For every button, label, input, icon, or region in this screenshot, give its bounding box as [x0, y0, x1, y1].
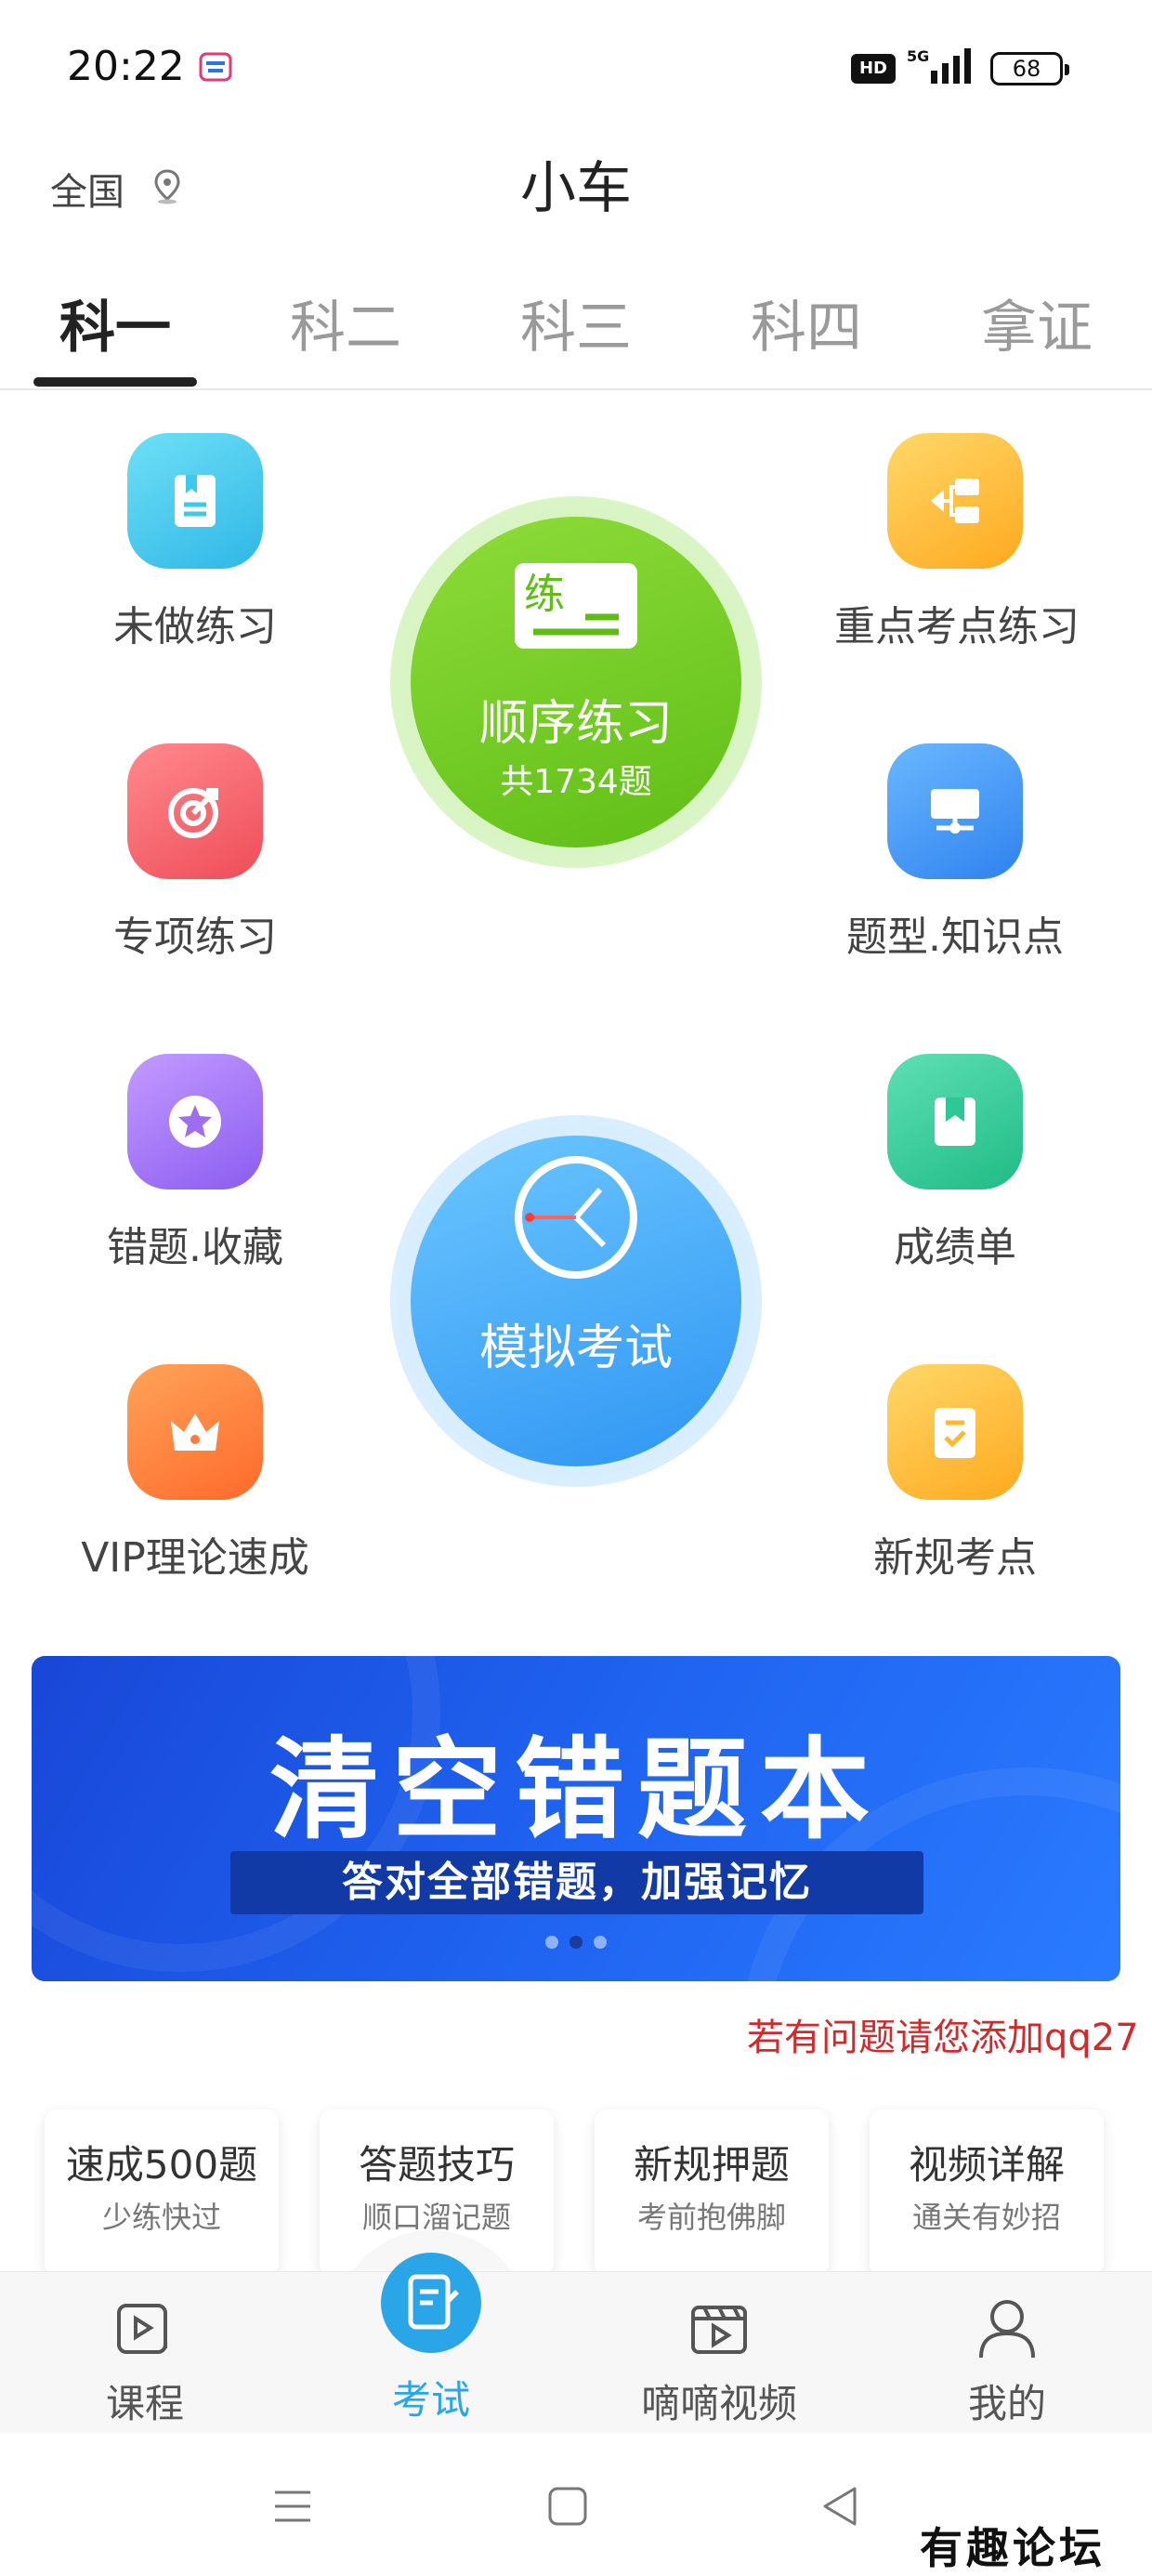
unpracticed-label: 未做练习 [113, 603, 277, 651]
exam-nav-icon[interactable] [381, 2253, 481, 2353]
mistakes-favorites-label: 错题.收藏 [107, 1224, 283, 1271]
star-icon [127, 1054, 263, 1189]
tab-subject-4[interactable]: 科四 [713, 283, 899, 363]
card-title: 视频详解 [908, 2142, 1065, 2188]
banner-headline: 清空错题本 [268, 1726, 883, 1854]
tab-license[interactable]: 拿证 [944, 283, 1130, 363]
question-types-button[interactable]: 题型.知识点 [834, 743, 1076, 963]
video-explain-card[interactable]: 视频详解 通关有妙招 [870, 2109, 1104, 2277]
card-title: 答题技巧 [358, 2142, 515, 2188]
unpracticed-button[interactable]: 未做练习 [74, 433, 316, 652]
profile-icon [979, 2300, 1035, 2359]
nav-course[interactable]: 课程 [43, 2272, 247, 2429]
home-icon[interactable] [544, 2483, 591, 2530]
page-title: 小车 [520, 156, 632, 221]
sequence-practice-label: 顺序练习 [478, 696, 673, 752]
top-header: 全国 小车 [0, 130, 1152, 251]
card-title: 新规押题 [633, 2142, 790, 2188]
key-points-button[interactable]: 重点考点练习 [834, 433, 1080, 652]
nav-profile[interactable]: 我的 [905, 2272, 1109, 2429]
special-practice-label: 专项练习 [113, 913, 277, 961]
score-report-label: 成绩单 [894, 1224, 1016, 1271]
sequence-practice-button[interactable]: 练 顺序练习 共1734题 [390, 496, 762, 868]
app-screen: 20:22 HD 5G 68 全国 小车 科一 科二 科三 科四 拿证 未做练习… [0, 0, 1152, 2576]
tab-subject-2[interactable]: 科二 [253, 283, 439, 363]
scrolling-notice: 若有问题请您添加qq27 [747, 2017, 1139, 2059]
card-subtitle: 少练快过 [101, 2200, 221, 2235]
mistakes-favorites-button[interactable]: 错题.收藏 [74, 1054, 316, 1273]
app-notification-icon [199, 52, 232, 82]
target-icon [127, 743, 263, 879]
hd-badge: HD [851, 54, 896, 84]
nav-profile-label: 我的 [967, 2381, 1046, 2426]
question-count: 共1734题 [500, 763, 652, 801]
special-practice-button[interactable]: 专项练习 [74, 743, 316, 963]
score-report-button[interactable]: 成绩单 [834, 1054, 1076, 1273]
key-points-label: 重点考点练习 [834, 603, 1080, 651]
practice-card-icon: 练 [515, 563, 637, 649]
banner-pagination [32, 1935, 1120, 1952]
course-icon [117, 2304, 167, 2354]
crown-icon [127, 1364, 263, 1500]
new-rules-button[interactable]: 新规考点 [834, 1364, 1076, 1584]
nav-video[interactable]: 嘀嘀视频 [617, 2272, 821, 2429]
new-rules-card[interactable]: 新规押题 考前抱佛脚 [595, 2109, 829, 2277]
promo-banner[interactable]: 清空错题本 答对全部错题，加强记忆 [32, 1656, 1120, 1981]
bookmark-icon [887, 1054, 1023, 1189]
tab-subject-3[interactable]: 科三 [483, 283, 669, 363]
vip-course-button[interactable]: VIP理论速成 [74, 1364, 316, 1584]
mock-exam-button[interactable]: 模拟考试 [390, 1115, 762, 1487]
watermark: 有趣论坛 [920, 2523, 1106, 2573]
back-icon[interactable] [818, 2483, 864, 2530]
video-icon [691, 2306, 747, 2354]
subject-tabs: 科一 科二 科三 科四 拿证 [0, 269, 1152, 390]
nav-course-label: 课程 [105, 2381, 184, 2426]
nav-exam-label: 考试 [391, 2377, 470, 2423]
practice-badge: 练 [524, 571, 565, 618]
card-subtitle: 通关有妙招 [911, 2200, 1061, 2235]
banner-subline: 答对全部错题，加强记忆 [230, 1851, 923, 1914]
monitor-icon [887, 743, 1023, 879]
nav-video-label: 嘀嘀视频 [640, 2381, 797, 2426]
checklist-icon [887, 1364, 1023, 1500]
card-title: 速成500题 [65, 2142, 258, 2188]
svg-text:5G: 5G [907, 47, 929, 65]
exam-icon [408, 2274, 459, 2330]
question-types-label: 题型.知识点 [846, 913, 1064, 961]
signal-icon: 5G [907, 47, 971, 84]
tab-subject-1[interactable]: 科一 [22, 283, 208, 363]
battery-indicator: 68 [990, 52, 1069, 85]
menu-icon[interactable] [269, 2483, 316, 2530]
status-time: 20:22 [67, 43, 185, 90]
card-subtitle: 考前抱佛脚 [636, 2200, 786, 2235]
quick-500-card[interactable]: 速成500题 少练快过 [45, 2109, 279, 2277]
bottom-nav: 课程 考试 嘀嘀视频 我的 [0, 2271, 1152, 2433]
vip-course-label: VIP理论速成 [81, 1534, 309, 1582]
status-bar: 20:22 HD 5G 68 [0, 0, 1152, 130]
stopwatch-icon [515, 1156, 637, 1279]
flow-icon [887, 433, 1023, 569]
book-icon [127, 433, 263, 569]
mock-exam-label: 模拟考试 [478, 1321, 673, 1376]
new-rules-label: 新规考点 [873, 1534, 1037, 1582]
active-tab-indicator [33, 377, 197, 387]
